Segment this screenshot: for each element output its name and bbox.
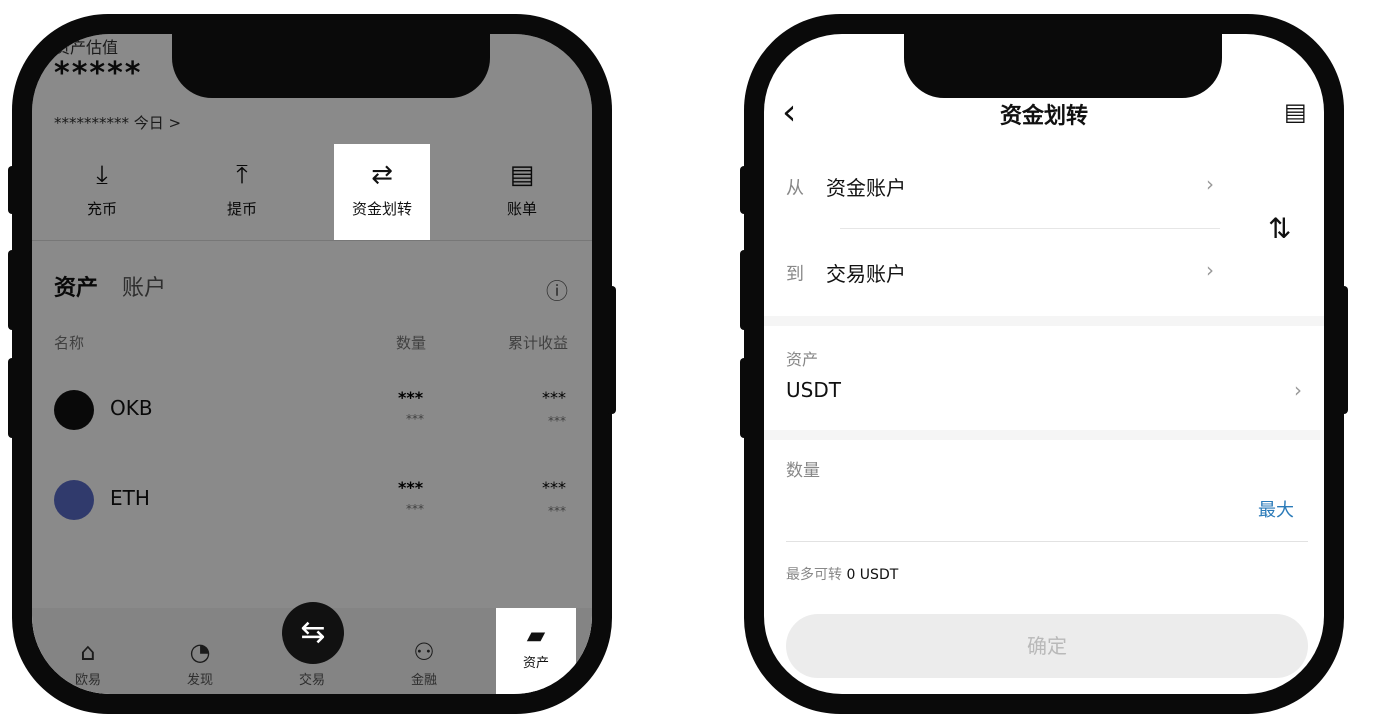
qty-sub-value: *** [406,502,424,516]
pnl-value: *** [542,388,566,407]
nav-label: 资产 [522,656,549,671]
notch [172,34,490,98]
asset-label: 资产 [786,350,819,369]
finance-icon: ⚇ [413,638,435,666]
coin-name: ETH [110,486,150,510]
power-button [606,286,616,414]
divider [840,228,1220,229]
chevron-right-icon: › [1206,172,1214,196]
pnl-sub-value: *** [548,414,566,428]
amount-label: 数量 [786,461,820,481]
side-button [8,166,18,214]
withdraw-label: 提币 [226,200,257,218]
wallet-icon: ▰ [526,621,546,649]
side-button [740,358,750,438]
to-account-value: 交易账户 [826,262,906,286]
dim-overlay [32,34,592,694]
withdraw-button[interactable]: ⤒ 提币 [194,144,290,240]
phone-right: ‹ 资金划转 ▤ 从 资金账户 › 到 交易账户 › ⇅ 资产 USDT › 数… [740,14,1348,714]
discover-icon: ◔ [189,638,211,666]
deposit-icon: ⤓ [96,160,108,190]
nav-assets[interactable]: ▰ 资产 [496,608,576,694]
okb-icon [54,390,94,430]
page-title: 资金划转 [1000,104,1089,129]
asset-selector[interactable]: 资产 USDT › [764,334,1324,426]
tab-account[interactable]: 账户 [122,270,166,302]
bill-button[interactable]: ▤ 账单 [474,144,570,240]
today-pnl-link[interactable]: ********** 今日 > [54,112,181,133]
nav-label: 交易 [298,673,325,688]
transfer-button[interactable]: ⇄ 资金划转 [334,144,430,240]
transfer-label: 资金划转 [351,200,412,218]
available-value: 0 USDT [846,567,899,583]
phone-left: 资产估值 ***** ********** 今日 > ⤓ 充币 ⤒ 提币 ⇄ 资… [8,14,616,714]
table-row[interactable]: OKB *** *** *** *** [32,370,592,450]
divider [786,541,1308,542]
transfer-icon: ⇄ [371,160,393,190]
pnl-value: *** [542,478,566,497]
bill-label: 账单 [506,200,537,218]
screen-right: ‹ 资金划转 ▤ 从 资金账户 › 到 交易账户 › ⇅ 资产 USDT › 数… [764,34,1324,694]
chevron-right-icon: › [1294,378,1302,402]
withdraw-icon: ⤒ [236,160,248,190]
to-label: 到 [786,264,804,285]
power-button [1338,286,1348,414]
home-icon: ⌂ [80,638,96,666]
section-divider [764,316,1324,326]
side-button [8,250,18,330]
available-label: 最多可转 [786,567,842,583]
chevron-right-icon: › [1206,258,1214,282]
from-account-value: 资金账户 [826,176,906,200]
confirm-button[interactable]: 确定 [786,614,1308,678]
coin-name: OKB [110,396,153,420]
deposit-label: 充币 [86,200,117,218]
table-row[interactable]: ETH *** *** *** *** [32,460,592,540]
nav-home[interactable]: ⌂ 欧易 [48,635,128,688]
notch [904,34,1222,98]
swap-icon[interactable]: ⇅ [1268,212,1291,245]
eth-icon [54,480,94,520]
side-button [740,250,750,330]
deposit-button[interactable]: ⤓ 充币 [54,144,150,240]
nav-discover[interactable]: ◔ 发现 [160,635,240,688]
column-pnl: 累计收益 [508,334,569,352]
asset-valuation-label: 资产估值 [54,38,119,57]
back-icon[interactable]: ‹ [782,92,796,133]
max-button[interactable]: 最大 [1258,496,1294,522]
side-button [8,358,18,438]
record-icon[interactable]: ▤ [1284,98,1307,126]
column-qty: 数量 [396,334,427,352]
nav-label: 金融 [410,673,437,688]
asset-value: USDT [786,378,841,402]
balance-value: ***** [54,56,143,91]
tab-assets[interactable]: 资产 [54,270,98,302]
section-divider [764,430,1324,440]
column-name: 名称 [54,334,85,352]
info-icon[interactable]: ⓘ [546,274,568,306]
bill-icon: ▤ [509,160,535,190]
available-text: 最多可转 0 USDT [786,564,898,584]
side-button [740,166,750,214]
screen-left: 资产估值 ***** ********** 今日 > ⤓ 充币 ⤒ 提币 ⇄ 资… [32,34,592,694]
pnl-sub-value: *** [548,504,566,518]
from-label: 从 [786,178,804,199]
qty-value: *** [398,478,424,497]
amount-input[interactable] [786,486,1226,526]
qty-value: *** [398,388,424,407]
nav-finance[interactable]: ⚇ 金融 [384,635,464,688]
qty-sub-value: *** [406,412,424,426]
from-account-row[interactable]: 从 资金账户 › [764,162,1234,242]
trade-icon[interactable]: ⇆ [282,602,344,664]
nav-label: 欧易 [74,673,101,688]
nav-label: 发现 [186,673,213,688]
divider [32,240,592,241]
